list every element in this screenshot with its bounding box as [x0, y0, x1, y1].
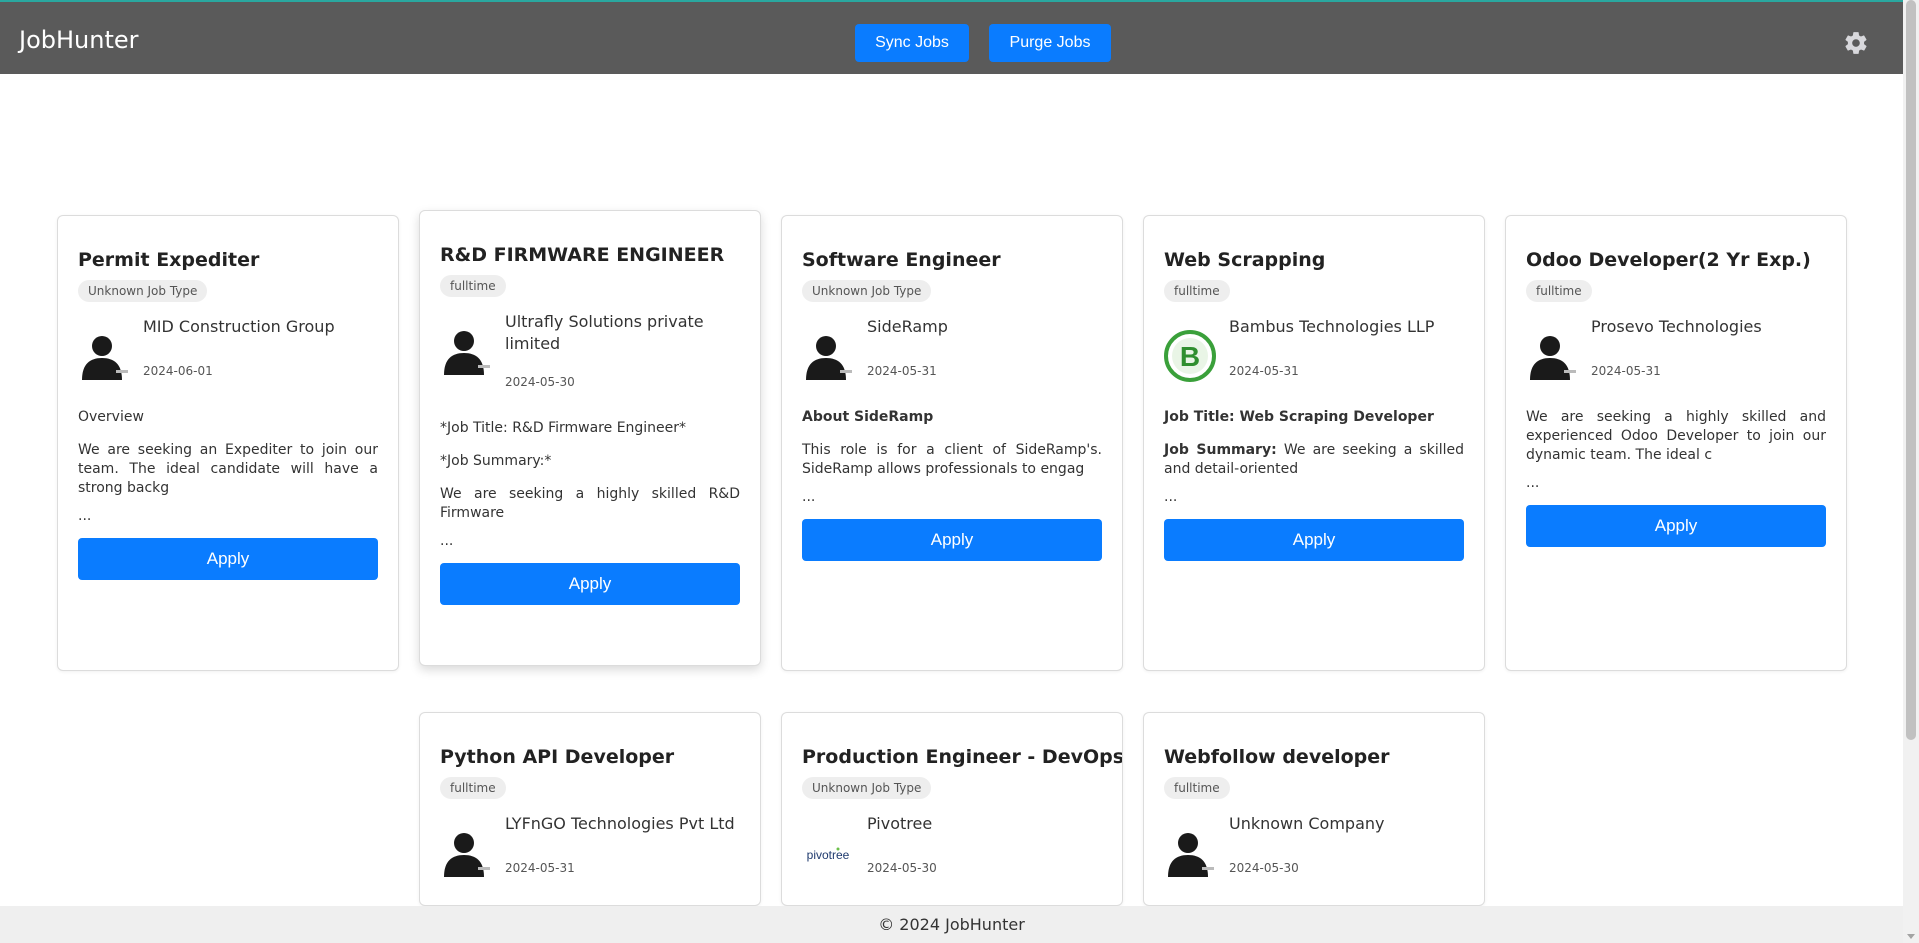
company-info: pivotree Pivotree 2024-05-30: [802, 813, 1102, 897]
company-name: SideRamp: [867, 317, 948, 336]
app-title[interactable]: JobHunter: [19, 26, 139, 54]
job-title: Odoo Developer(2 Yr Exp.): [1526, 249, 1811, 271]
job-title: Webfollow developer: [1164, 746, 1390, 768]
desc-heading: Job Title: Web Scraping Developer: [1164, 409, 1434, 425]
desc-label: Job Summary:: [1164, 442, 1277, 458]
job-title: Permit Expediter: [78, 249, 260, 271]
job-type-badge: fulltime: [1164, 777, 1230, 799]
job-title: Software Engineer: [802, 249, 1001, 271]
job-type-badge: fulltime: [1164, 280, 1230, 302]
job-card: Software Engineer Unknown Job Type SideR…: [781, 215, 1123, 671]
job-type-badge: Unknown Job Type: [802, 777, 932, 799]
job-title: R&D FIRMWARE ENGINEER: [440, 244, 725, 266]
desc-text: We are seeking a highly skilled and expe…: [1526, 409, 1826, 463]
job-type-badge: fulltime: [440, 777, 506, 799]
default-avatar-icon: [806, 336, 852, 380]
company-info: Ultrafly Solutions private limited 2024-…: [440, 311, 740, 411]
job-description: Overview We are seeking an Expediter to …: [78, 408, 378, 498]
desc-text: We are seeking an Expediter to join our …: [78, 442, 378, 496]
apply-button[interactable]: Apply: [78, 538, 378, 580]
footer-text: © 2024 JobHunter: [878, 915, 1025, 934]
svg-text:B: B: [1180, 341, 1200, 372]
job-description: *Job Title: R&D Firmware Engineer* *Job …: [440, 419, 740, 523]
sync-jobs-button[interactable]: Sync Jobs: [855, 24, 969, 62]
default-avatar-icon: [444, 331, 490, 375]
post-date: 2024-05-30: [1229, 861, 1299, 875]
job-card: Web Scrapping fulltime B Bambus Technolo…: [1143, 215, 1485, 671]
default-avatar-icon: [1530, 336, 1576, 380]
footer: © 2024 JobHunter: [0, 906, 1903, 943]
post-date: 2024-05-31: [1229, 364, 1299, 378]
desc-text: We are seeking a highly skilled R&D Firm…: [440, 486, 740, 521]
company-info: SideRamp 2024-05-31: [802, 316, 1102, 400]
company-info: B Bambus Technologies LLP 2024-05-31: [1164, 316, 1464, 400]
job-description: We are seeking a highly skilled and expe…: [1526, 408, 1826, 465]
apply-button[interactable]: Apply: [802, 519, 1102, 561]
post-date: 2024-05-31: [505, 861, 575, 875]
job-title: Production Engineer - DevOps: [802, 746, 1123, 768]
pivotree-logo-icon: pivotree: [807, 847, 850, 862]
company-name: LYFnGO Technologies Pvt Ltd: [505, 814, 735, 833]
bambus-logo-icon: B: [1164, 330, 1216, 382]
desc-heading: *Job Title: R&D Firmware Engineer*: [440, 420, 687, 436]
default-avatar-icon: [444, 833, 490, 877]
job-type-badge: fulltime: [440, 275, 506, 297]
job-card: Production Engineer - DevOps Unknown Job…: [781, 712, 1123, 906]
desc-ellipsis: ...: [440, 533, 454, 549]
job-card: Python API Developer fulltime LYFnGO Tec…: [419, 712, 761, 906]
company-info: Prosevo Technologies 2024-05-31: [1526, 316, 1826, 400]
desc-text: This role is for a client of SideRamp's.…: [802, 442, 1102, 477]
default-avatar-icon: [82, 336, 128, 380]
job-type-badge: fulltime: [1526, 280, 1592, 302]
job-description: Job Title: Web Scraping Developer Job Su…: [1164, 408, 1464, 479]
job-description: About SideRamp This role is for a client…: [802, 408, 1102, 479]
post-date: 2024-05-30: [505, 375, 575, 389]
job-title: Python API Developer: [440, 746, 675, 768]
desc-ellipsis: ...: [1526, 475, 1540, 491]
job-card: Webfollow developer fulltime Unknown Com…: [1143, 712, 1485, 906]
company-name: Bambus Technologies LLP: [1229, 317, 1435, 336]
default-avatar-icon: [1168, 833, 1214, 877]
top-navbar: JobHunter Sync Jobs Purge Jobs: [0, 0, 1903, 74]
company-name: Pivotree: [867, 814, 933, 833]
company-name: MID Construction Group: [143, 317, 335, 336]
desc-ellipsis: ...: [802, 489, 816, 505]
company-info: LYFnGO Technologies Pvt Ltd 2024-05-31: [440, 813, 740, 897]
job-card: Permit Expediter Unknown Job Type MID Co…: [57, 215, 399, 671]
desc-heading: About SideRamp: [802, 409, 934, 425]
desc-ellipsis: ...: [1164, 489, 1178, 505]
post-date: 2024-05-30: [867, 861, 937, 875]
apply-button[interactable]: Apply: [1164, 519, 1464, 561]
job-title: Web Scrapping: [1164, 249, 1326, 271]
desc-ellipsis: ...: [78, 508, 92, 524]
scrollbar-thumb[interactable]: [1906, 0, 1916, 740]
purge-jobs-button[interactable]: Purge Jobs: [989, 24, 1111, 62]
vertical-scrollbar[interactable]: [1903, 0, 1919, 943]
pivotree-logo-text: pivotree: [807, 848, 850, 862]
company-name: Prosevo Technologies: [1591, 317, 1762, 336]
company-name: Ultrafly Solutions private limited: [505, 312, 704, 353]
post-date: 2024-06-01: [143, 364, 213, 378]
gear-icon[interactable]: [1843, 30, 1869, 56]
job-card: R&D FIRMWARE ENGINEER fulltime Ultrafly …: [419, 210, 761, 666]
company-info: Unknown Company 2024-05-30: [1164, 813, 1464, 897]
post-date: 2024-05-31: [867, 364, 937, 378]
apply-button[interactable]: Apply: [440, 563, 740, 605]
job-type-badge: Unknown Job Type: [78, 280, 208, 302]
scroll-down-arrow-icon[interactable]: [1907, 934, 1915, 939]
company-info: MID Construction Group 2024-06-01: [78, 316, 378, 400]
company-name: Unknown Company: [1229, 814, 1385, 833]
post-date: 2024-05-31: [1591, 364, 1661, 378]
apply-button[interactable]: Apply: [1526, 505, 1826, 547]
job-card: Odoo Developer(2 Yr Exp.) fulltime Prose…: [1505, 215, 1847, 671]
desc-heading: Overview: [78, 409, 144, 425]
job-type-badge: Unknown Job Type: [802, 280, 932, 302]
desc-subheading: *Job Summary:*: [440, 453, 552, 469]
